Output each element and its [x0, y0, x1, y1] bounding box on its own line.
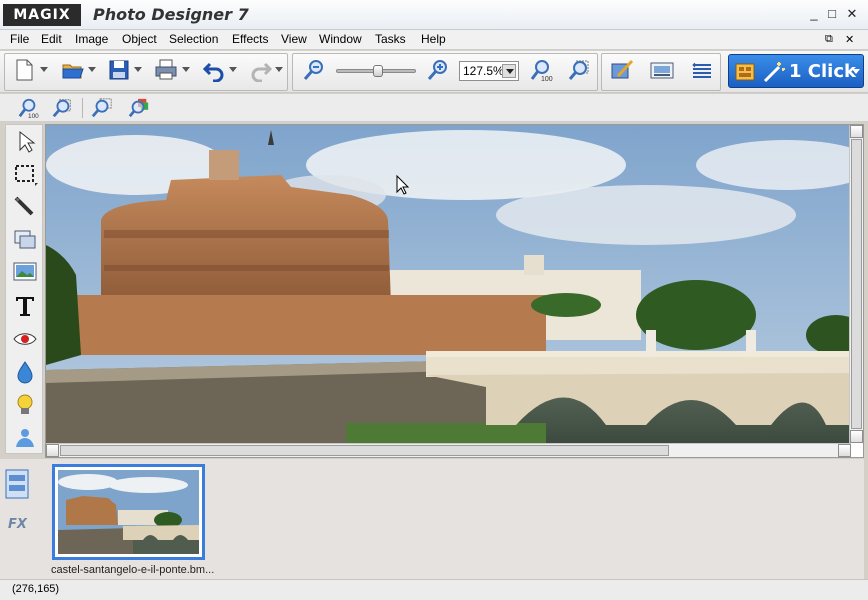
scroll-down-button[interactable] [850, 430, 863, 443]
horizontal-scroll-thumb[interactable] [60, 445, 669, 456]
zoom-100-icon[interactable]: 100 [17, 97, 39, 119]
zoom-slider-knob[interactable] [373, 65, 383, 77]
file-toolbar-group [4, 53, 288, 91]
zoom-level-value: 127.5% [463, 64, 504, 78]
cursor-coordinates: (276,165) [12, 583, 60, 595]
layers-icon[interactable] [690, 58, 714, 82]
fill-drop-icon[interactable] [12, 359, 38, 385]
chevron-down-icon[interactable] [40, 67, 48, 72]
status-bar: (276,165) [0, 579, 868, 600]
toolbar-divider [82, 98, 83, 118]
thumbnail-preview [58, 470, 199, 554]
minimize-button[interactable]: _ [805, 5, 823, 23]
one-click-button[interactable]: 1 Click [728, 54, 864, 88]
zoom-in-icon[interactable] [426, 58, 450, 82]
zoom-object-icon[interactable] [128, 97, 150, 119]
menu-edit[interactable]: Edit [41, 32, 62, 46]
chevron-down-icon[interactable] [502, 64, 516, 78]
redo-icon[interactable] [249, 58, 273, 82]
magic-wand-icon [763, 62, 785, 83]
svg-text:FX: FX [8, 517, 28, 532]
image-thumbnail[interactable] [52, 464, 205, 560]
red-eye-icon[interactable] [12, 326, 38, 352]
tool-palette [5, 124, 43, 454]
light-bulb-icon[interactable] [12, 392, 38, 418]
clone-tool-icon[interactable] [12, 227, 38, 253]
close-button[interactable]: ✕ [843, 5, 861, 23]
zoom-fit-icon[interactable] [567, 58, 591, 82]
menu-help[interactable]: Help [421, 32, 446, 46]
canvas-area[interactable] [45, 124, 864, 458]
chevron-down-icon[interactable] [275, 67, 283, 72]
save-icon[interactable] [107, 58, 131, 82]
app-title: Photo Designer 7 [93, 5, 249, 24]
secondary-toolbar: 100 [0, 94, 868, 122]
menu-view[interactable]: View [281, 32, 307, 46]
horizontal-scrollbar[interactable] [46, 443, 851, 457]
zoom-out-icon[interactable] [302, 58, 326, 82]
media-pool-sidebar: FX [0, 459, 45, 579]
maximize-button[interactable]: □ [823, 5, 841, 23]
new-document-icon[interactable] [12, 58, 36, 82]
menu-object[interactable]: Object [122, 32, 157, 46]
chevron-down-icon[interactable] [229, 67, 237, 72]
chevron-down-icon[interactable] [134, 67, 142, 72]
fx-icon[interactable]: FX [6, 511, 28, 533]
print-icon[interactable] [154, 58, 178, 82]
person-tool-icon[interactable] [12, 425, 38, 451]
chevron-down-icon[interactable] [852, 69, 860, 74]
menu-window[interactable]: Window [319, 32, 362, 46]
chevron-down-icon[interactable] [88, 67, 96, 72]
zoom-selection-icon[interactable] [91, 97, 113, 119]
vertical-scrollbar[interactable] [849, 125, 863, 443]
menu-bar: File Edit Image Object Selection Effects… [0, 30, 868, 50]
one-click-label: 1 Click [789, 61, 856, 82]
media-pool-icon[interactable] [5, 469, 29, 499]
title-bar: MAGIX Photo Designer 7 _ □ ✕ [0, 0, 868, 30]
scroll-left-button[interactable] [46, 444, 59, 457]
zoom-level-select[interactable]: 127.5% [459, 61, 519, 81]
open-folder-icon[interactable] [61, 58, 85, 82]
chevron-down-icon[interactable] [182, 67, 190, 72]
menu-tasks[interactable]: Tasks [375, 32, 406, 46]
brush-tool-icon[interactable] [12, 194, 38, 220]
undo-icon[interactable] [202, 58, 226, 82]
zoom-100-icon[interactable]: 100 [529, 58, 553, 82]
selection-rectangle-icon[interactable] [12, 161, 38, 187]
zoom-fit-icon[interactable] [51, 97, 73, 119]
menu-file[interactable]: File [10, 32, 29, 46]
text-tool-icon[interactable] [12, 293, 38, 319]
menu-effects[interactable]: Effects [232, 32, 268, 46]
scroll-up-button[interactable] [850, 125, 863, 138]
magix-logo: MAGIX [3, 4, 81, 26]
thumbnail-caption: castel-santangelo-e-il-ponte.bm... [51, 564, 215, 576]
svg-text:100: 100 [28, 113, 39, 119]
doc-close-button[interactable]: ✕ [845, 33, 854, 46]
doc-restore-button[interactable]: ⧉ [825, 33, 833, 46]
scroll-right-button[interactable] [838, 444, 851, 457]
menu-selection[interactable]: Selection [169, 32, 218, 46]
gallery-icon [735, 63, 755, 81]
pointer-tool-icon[interactable] [12, 129, 38, 155]
image-view-icon[interactable] [650, 58, 674, 82]
menu-image[interactable]: Image [75, 32, 108, 46]
photo-edit-icon[interactable] [610, 58, 634, 82]
image-tool-icon[interactable] [12, 259, 38, 285]
svg-text:100: 100 [541, 76, 553, 82]
zoom-slider[interactable] [336, 65, 416, 77]
vertical-scroll-thumb[interactable] [851, 139, 862, 429]
castel-santangelo-photo[interactable] [46, 125, 851, 443]
